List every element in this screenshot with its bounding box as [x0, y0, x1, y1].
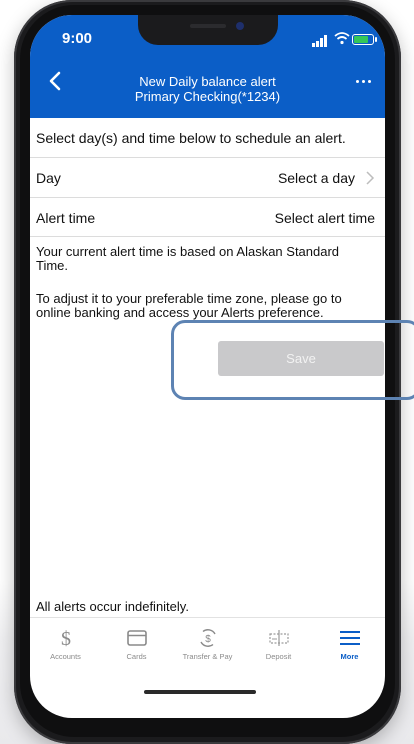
check-deposit-icon	[269, 630, 289, 646]
day-label: Day	[36, 170, 61, 186]
day-value: Select a day	[277, 170, 355, 186]
tab-cards[interactable]: Cards	[101, 618, 172, 672]
day-selector-row[interactable]: Day Select a day	[30, 158, 385, 198]
alert-time-row[interactable]: Alert time Select alert time	[30, 198, 385, 237]
tab-transfer-pay-label: Transfer & Pay	[182, 652, 233, 661]
alerts-footnote: All alerts occur indefinitely.	[36, 599, 189, 614]
bottom-tab-bar: $ Accounts Cards $ Transfer & Pay Deposi…	[30, 617, 385, 672]
alert-time-label: Alert time	[36, 210, 96, 226]
status-time: 9:00	[62, 30, 93, 47]
tab-accounts[interactable]: $ Accounts	[30, 618, 101, 672]
menu-icon	[340, 631, 360, 645]
page-title: New Daily balance alert Primary Checking…	[90, 74, 325, 104]
tab-deposit-label: Deposit	[265, 652, 292, 661]
card-icon	[127, 630, 147, 646]
tab-deposit[interactable]: Deposit	[243, 618, 314, 672]
svg-text:$: $	[61, 628, 71, 648]
phone-notch	[138, 15, 278, 45]
wifi-icon	[334, 32, 350, 45]
tab-transfer-pay[interactable]: $ Transfer & Pay	[172, 618, 243, 672]
phone-screen: 9:00 New Daily balance alert Primary Che…	[30, 15, 385, 718]
tab-more-label: More	[340, 652, 359, 661]
tab-more[interactable]: More	[314, 618, 385, 672]
chevron-right-icon	[366, 171, 375, 185]
more-options-icon[interactable]	[353, 71, 375, 91]
svg-text:$: $	[205, 634, 211, 645]
tab-accounts-label: Accounts	[50, 652, 81, 661]
signal-icon	[312, 35, 332, 47]
page-title-main: New Daily balance alert	[139, 74, 276, 89]
battery-icon	[352, 34, 377, 45]
timezone-note: Your current alert time is based on Alas…	[36, 244, 340, 273]
adjust-timezone-note: To adjust it to your preferable time zon…	[36, 291, 342, 320]
save-button[interactable]: Save	[218, 341, 384, 376]
dollar-icon: $	[61, 628, 71, 648]
alert-time-value: Select alert time	[274, 210, 375, 226]
schedule-instructions: Select day(s) and time below to schedule…	[30, 118, 385, 158]
page-title-account: Primary Checking(*1234)	[134, 89, 281, 104]
transfer-icon: $	[200, 629, 216, 647]
home-indicator	[144, 690, 256, 694]
back-chevron-icon[interactable]	[44, 69, 68, 93]
tab-cards-label: Cards	[126, 652, 147, 661]
